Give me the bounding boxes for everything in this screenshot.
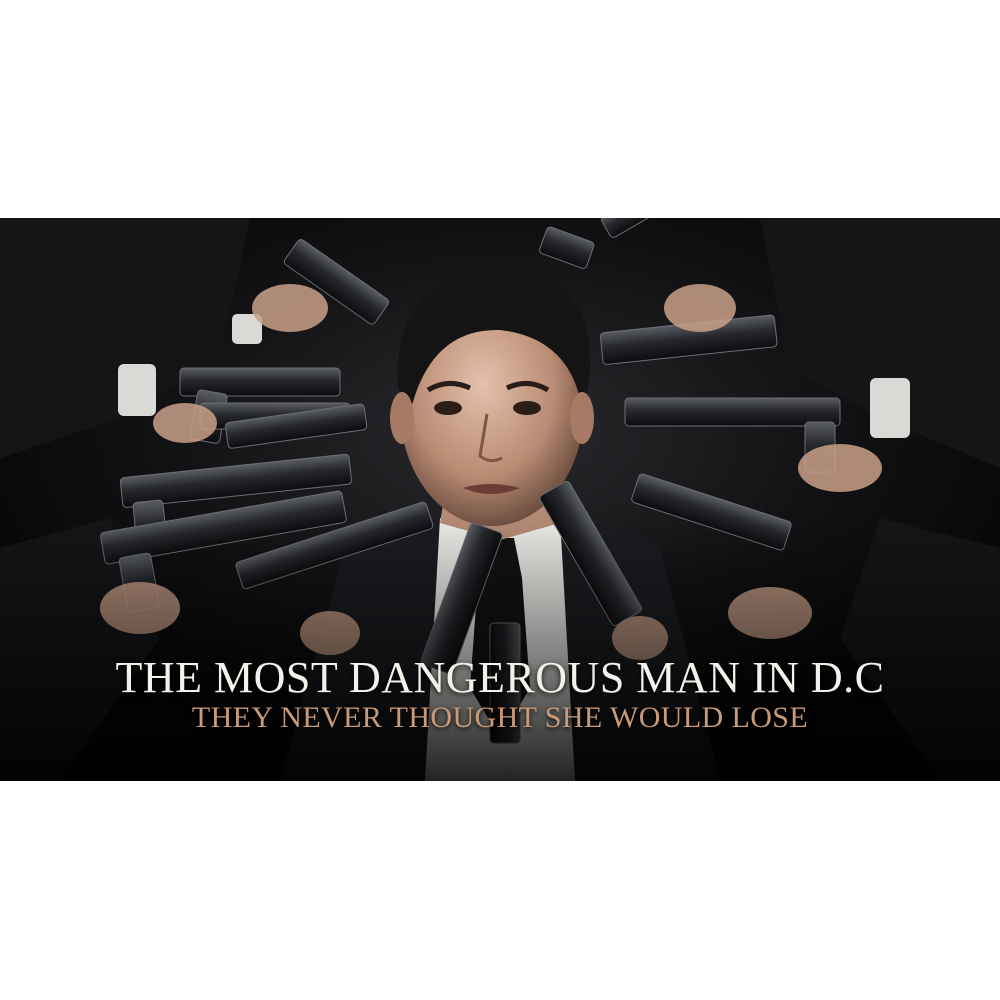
poster-subtitle: THEY NEVER THOUGHT SHE WOULD LOSE bbox=[191, 701, 809, 734]
poster-image: THE MOST DANGEROUS MAN IN D.C THEY NEVER… bbox=[0, 218, 1000, 781]
poster-title: THE MOST DANGEROUS MAN IN D.C bbox=[115, 653, 885, 702]
